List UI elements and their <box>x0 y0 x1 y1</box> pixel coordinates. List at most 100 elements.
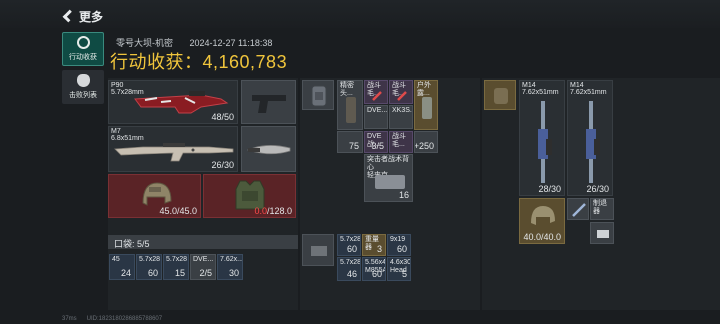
device-icon <box>422 97 432 119</box>
item-name: 9x19 <box>390 236 406 243</box>
pocket-item[interactable]: 7.62x... 30 <box>217 254 243 280</box>
helmet-slot[interactable]: 45.0/45.0 <box>108 174 201 218</box>
safebox-helmet[interactable]: 40.0/40.0 <box>519 198 565 244</box>
backpack-item[interactable]: DVE... <box>364 105 388 129</box>
knife-icon <box>572 203 586 217</box>
item-qty: 60 <box>396 244 407 254</box>
safebox-item[interactable]: 制退器 <box>590 198 614 220</box>
back-button[interactable]: 更多 <box>62 8 112 24</box>
item-qty: 16 <box>398 190 409 200</box>
tab-loot[interactable]: 行动收获 <box>62 32 104 66</box>
backpack-item[interactable]: DVE战... 3/5 <box>364 131 388 153</box>
backpack-slot[interactable] <box>302 80 334 110</box>
item-qty: 46 <box>346 269 357 279</box>
user-uid: UID:1823180286885788607 <box>86 316 163 322</box>
pocket-item[interactable]: 45 24 <box>109 254 135 280</box>
rifle-caliber: 7.62x51mm <box>570 89 607 96</box>
tab-kill-label: 击败列表 <box>69 92 97 99</box>
rig-slot[interactable] <box>302 234 334 266</box>
armor-durability: 0.0/128.0 <box>254 206 292 216</box>
item-name: 战斗毛... <box>392 133 406 148</box>
status-footer: 37ms UID:1823180286885788607 <box>62 316 162 322</box>
safebox-slot[interactable] <box>484 80 516 110</box>
safebox-rifle-1[interactable]: M14 7.62x51mm 28/30 <box>519 80 565 196</box>
m14-rifle-icon <box>586 101 600 183</box>
item-name: 5.7x28 <box>340 236 361 243</box>
armor-durability-now: 0.0 <box>254 206 267 216</box>
safebox-item[interactable] <box>567 198 589 220</box>
pocket-label: 口袋: 5/5 <box>114 239 150 249</box>
backpack-item[interactable]: 战斗毛... <box>389 80 413 104</box>
pistol-slot[interactable] <box>241 80 296 124</box>
item-qty: 60 <box>346 244 357 254</box>
rig-item[interactable]: 4.6x30 Head 5 <box>387 257 411 281</box>
pistol-icon <box>252 95 286 113</box>
melee-slot[interactable] <box>241 126 296 172</box>
armor-durability-max: /128.0 <box>266 206 292 216</box>
backpack-item[interactable]: XK3S... <box>389 105 413 129</box>
safebox-item[interactable] <box>590 222 614 244</box>
item-qty: 75 <box>348 141 359 151</box>
map-name: 零号大坝-机密 <box>116 38 173 48</box>
item-name: DVE... <box>367 107 388 114</box>
secondary-weapon-slot[interactable]: M7 6.8x51mm 26/30 <box>108 126 238 172</box>
pocket-item-name: 45 <box>112 256 120 263</box>
secondary-weapon-ammo: 26/30 <box>211 160 234 170</box>
primary-weapon-ammo: 48/50 <box>211 112 234 122</box>
pocket-item-qty: 2/5 <box>199 268 212 278</box>
armor-slot[interactable]: 0.0/128.0 <box>203 174 296 218</box>
backpack-item[interactable]: +250 <box>414 131 438 153</box>
pocket-item[interactable]: 5.7x28 15 <box>163 254 189 280</box>
primary-weapon-slot[interactable]: P90 5.7x28mm 48/50 <box>108 80 238 124</box>
rifle-caliber: 7.62x51mm <box>522 89 559 96</box>
rig-item[interactable]: 重量器 3 <box>362 234 386 256</box>
helmet-durability: 40.0/40.0 <box>523 232 561 242</box>
backpack-item[interactable]: 精密头... <box>337 80 363 130</box>
item-name: 重量器 <box>365 236 379 251</box>
tab-kill-list[interactable]: 击败列表 <box>62 70 104 104</box>
pocket-item-name: 5.7x28 <box>166 256 188 263</box>
backpack-item[interactable]: 战斗毛... <box>364 80 388 104</box>
backpack-item[interactable]: 75 <box>337 131 363 153</box>
skull-icon <box>76 74 90 87</box>
back-label: 更多 <box>79 9 104 24</box>
pocket-item-qty: 24 <box>120 268 131 278</box>
pocket-item-qty: 30 <box>228 268 239 278</box>
rig-item[interactable]: 9x19 60 <box>387 234 411 256</box>
tab-loot-label: 行动收获 <box>69 54 97 61</box>
item-name: 4.6x30 Head <box>390 259 411 274</box>
magazine-icon <box>346 97 356 123</box>
rig-icon <box>311 246 327 256</box>
vest-icon <box>375 175 405 189</box>
item-qty: 5 <box>401 269 407 279</box>
safebox-rifle-2[interactable]: M14 7.62x51mm 26/30 <box>567 80 613 196</box>
rifle-ammo: 26/30 <box>586 184 609 194</box>
item-qty: 3 <box>376 244 382 254</box>
pocket-header: 口袋: 5/5 <box>108 235 298 249</box>
pocket-item-qty: 15 <box>174 268 185 278</box>
rig-item[interactable]: 5.7x28 46 <box>337 257 361 281</box>
rifle-ammo: 28/30 <box>538 184 561 194</box>
backpack-item[interactable]: 突击者战术背心 轻夹克 16 <box>364 154 413 202</box>
helmet-icon <box>142 182 172 206</box>
item-name: 制退器 <box>593 200 607 215</box>
card-icon <box>597 230 609 238</box>
m14-rifle-icon <box>538 101 552 183</box>
helmet-durability: 45.0/45.0 <box>159 206 197 216</box>
item-name: 5.7x28 <box>340 259 361 266</box>
item-name: XK3S... <box>392 107 412 114</box>
rig-item[interactable]: 5.7x28 60 <box>337 234 361 256</box>
back-chevron-icon <box>62 9 76 23</box>
item-qty: 3/5 <box>371 141 384 151</box>
backpack-item[interactable]: 战斗毛... <box>389 131 413 153</box>
rig-item[interactable]: 5.56x45 M855A1 60 <box>362 257 386 281</box>
pocket-item[interactable]: 5.7x28 60 <box>136 254 162 280</box>
loot-total: 行动收获：4,160,783 <box>110 52 288 72</box>
pocket-item-qty: 60 <box>147 268 158 278</box>
item-qty: +250 <box>414 141 434 151</box>
knife-icon <box>246 145 291 155</box>
pocket-item[interactable]: DVE... 2/5 <box>190 254 216 280</box>
syringe-icon <box>372 91 382 101</box>
backpack-item[interactable]: 户外露... <box>414 80 438 130</box>
loot-icon <box>76 36 90 49</box>
